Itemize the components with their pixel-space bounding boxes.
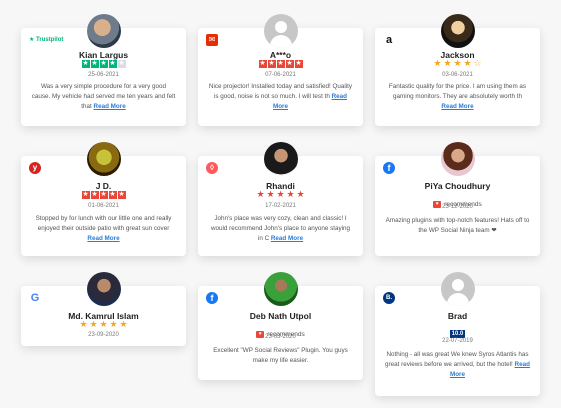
star-rating: ★ ★ ★ ★ ★ (79, 319, 128, 329)
google-icon: G (30, 292, 40, 304)
reviewer-avatar (263, 14, 298, 48)
reviewer-avatar (263, 142, 298, 176)
review-date: 17-02-2021 (265, 203, 296, 209)
reviewer-name: PiYa Choudhury (424, 181, 491, 191)
reviewer-avatar (440, 14, 475, 48)
reviewer-name: Deb Nath Utpol (249, 311, 312, 321)
review-card: a Jackson ★ ★ ★ ★ ☆ 03-06-2021 Fantastic qua… (375, 14, 540, 126)
review-text: Amazing plugins with top-notch features!… (385, 217, 530, 234)
recommend-badge: ♥ recommends (375, 192, 540, 208)
review-date: 23-12-2020 (442, 204, 473, 210)
review-card: f Deb Nath Utpol ♥ recommends 23-03-2020 … (198, 272, 363, 380)
reviewer-avatar (86, 142, 121, 176)
review-text: Stopped by for lunch with our little one… (35, 215, 172, 242)
review-card: y J D. ★ ★ ★ ★ ★ 01-06-2021 Stopped by for l… (21, 142, 186, 256)
reviewer-avatar (86, 14, 121, 48)
score-badge: 10.0 (449, 330, 466, 338)
reviewer-avatar (440, 272, 475, 306)
star-rating: ★ ★ ★ ★ ☆ (433, 58, 482, 68)
review-text: Excellent "WP Social Reviews" Plugin. Yo… (213, 347, 348, 364)
review-text: John's place was very cozy, clean and cl… (210, 215, 351, 242)
read-more-link[interactable]: Read More (441, 103, 473, 110)
star-rating: ★ ★ ★ ★ ★ (81, 191, 126, 199)
reviewer-name: A***o (269, 50, 292, 60)
review-date: 01-06-2021 (88, 203, 119, 209)
booking-icon: B. (383, 292, 395, 304)
read-more-link[interactable]: Read More (87, 235, 119, 242)
facebook-icon: f (206, 292, 218, 304)
review-text: Nice projector! Installed today and sati… (208, 83, 353, 110)
aliexpress-icon: ✉ (206, 34, 218, 46)
review-date: 25-06-2021 (88, 72, 119, 78)
review-date: 03-06-2021 (442, 72, 473, 78)
recommend-badge: ♥ recommends (198, 322, 363, 338)
review-card: ◊ Rhandi ★ ★ ★ ★ ★ 17-02-2021 John's place w… (198, 142, 363, 256)
review-card: ★ Trustpilot Kian Largus ★ ★ ★ ★ ★ 25-06-202… (21, 14, 186, 126)
airbnb-icon: ◊ (206, 162, 218, 174)
review-date: 23-03-2020 (265, 334, 296, 340)
review-date: 22-07-2019 (442, 338, 473, 344)
review-text: Nothing - all was great We knew Syros At… (385, 351, 530, 378)
reviewer-name: Brad (447, 311, 468, 321)
star-rating: ★ ★ ★ ★ ★ (256, 189, 305, 199)
reviewer-name: Kian Largus (78, 50, 129, 60)
trustpilot-icon: ★ Trustpilot (29, 37, 64, 43)
star-rating: ★ ★ ★ ★ ★ (258, 60, 303, 68)
review-card: G Md. Kamrul Islam ★ ★ ★ ★ ★ 23-09-2020 (21, 272, 186, 346)
review-score: 10.0 (375, 322, 540, 338)
reviewer-avatar (86, 272, 121, 306)
reviewer-avatar (263, 272, 298, 306)
read-more-link[interactable]: Read More (271, 235, 303, 242)
amazon-icon: a (385, 34, 393, 46)
star-rating: ★ ★ ★ ★ ★ (81, 60, 126, 68)
read-more-link[interactable]: Read More (94, 103, 126, 110)
review-card: B. Brad 10.0 22-07-2019 Nothing - all wa… (375, 272, 540, 396)
review-card: ✉ A***o ★ ★ ★ ★ ★ 07-06-2021 Nice projector!… (198, 14, 363, 126)
review-text: Was a very simple procedure for a very g… (31, 83, 176, 110)
facebook-icon: f (383, 162, 395, 174)
review-card: f PiYa Choudhury ♥ recommends 23-12-2020 … (375, 142, 540, 256)
reviewer-avatar (440, 142, 475, 176)
review-date: 23-09-2020 (88, 332, 119, 338)
review-text: Fantastic quality for the price. I am us… (388, 83, 527, 110)
reviewer-name: J D. (95, 181, 112, 191)
review-date: 07-06-2021 (265, 72, 296, 78)
yelp-icon: y (29, 162, 41, 174)
